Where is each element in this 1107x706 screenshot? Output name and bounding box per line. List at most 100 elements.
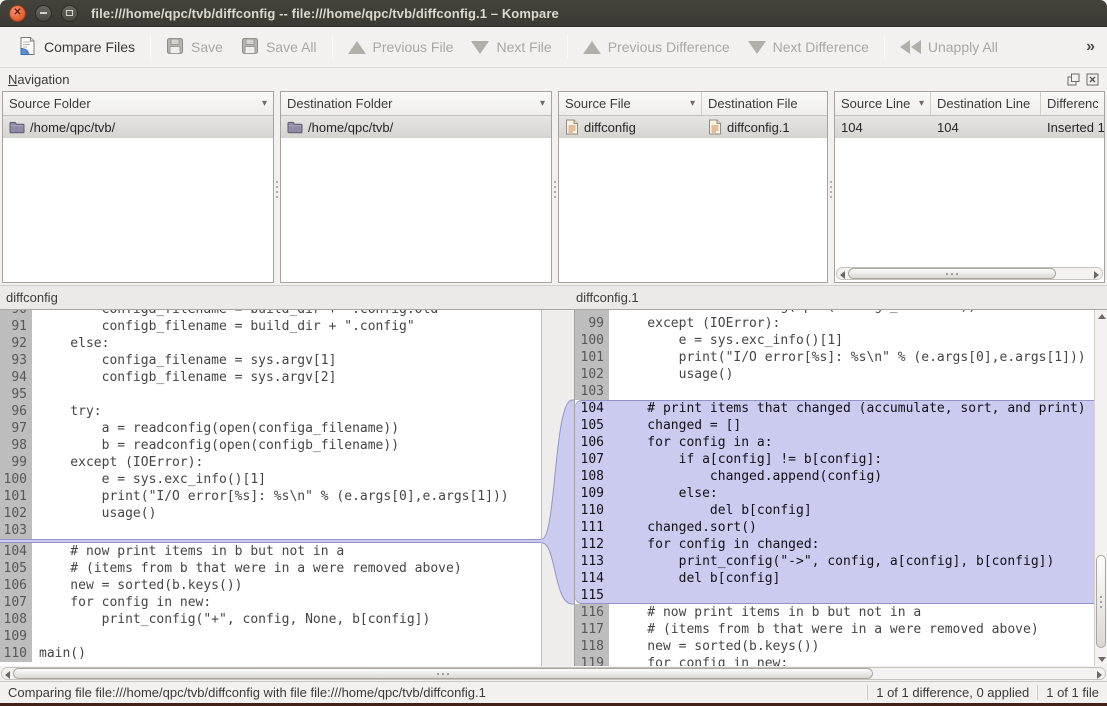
previous-file-label: Previous File (373, 39, 454, 55)
arrow-up-icon (583, 41, 601, 54)
panel-horizontal-scrollbar[interactable] (836, 267, 1103, 280)
destination-folder-row[interactable]: /home/qpc/tvb/ (281, 116, 551, 138)
double-arrow-left-icon (900, 40, 921, 54)
line-number: 95 (0, 386, 32, 403)
code-line: 108 print_config("+", config, None, b[co… (0, 611, 541, 628)
destination-diff-pane[interactable]: 98 b = readconfig(open(configb_filename)… (574, 310, 1094, 666)
titlebar: ✕ file:///home/qpc/tvb/diffconfig -- fil… (0, 0, 1107, 27)
diff-highlighted-line[interactable]: 113 print_config("->", config, a[config]… (575, 553, 1094, 570)
source-line-header[interactable]: Source Line ▾ (835, 92, 931, 115)
code-line: 100 e = sys.exc_info()[1] (575, 332, 1094, 349)
line-number: 100 (575, 332, 609, 349)
diff-highlighted-line[interactable]: 110 del b[config] (575, 502, 1094, 519)
compare-files-button[interactable]: Compare Files (8, 31, 144, 64)
code-line: 99 except (IOError): (575, 315, 1094, 332)
diff-highlighted-line[interactable]: 104 # print items that changed (accumula… (575, 400, 1094, 417)
difference-header[interactable]: Difference (1041, 92, 1104, 115)
source-folder-header[interactable]: Source Folder ▾ (3, 92, 273, 116)
previous-file-button[interactable]: Previous File (339, 34, 463, 60)
destination-line-header[interactable]: Destination Line (931, 92, 1041, 115)
diff-highlighted-line[interactable]: 111 changed.sort() (575, 519, 1094, 536)
files-panel: Source File ▾ Destination File diffconfi… (558, 91, 828, 283)
diff-highlighted-line[interactable]: 112 for config in changed: (575, 536, 1094, 553)
scrollbar-thumb[interactable] (848, 268, 1056, 279)
toolbar-separator (567, 35, 568, 59)
arrow-down-icon (748, 41, 766, 54)
diff-highlighted-line[interactable]: 115 (575, 587, 1094, 604)
line-number: 108 (575, 468, 609, 485)
code-line: 102 usage() (575, 366, 1094, 383)
line-number: 91 (0, 318, 32, 335)
next-difference-button[interactable]: Next Difference (739, 34, 878, 60)
horizontal-scrollbar[interactable] (0, 666, 1107, 681)
previous-difference-button[interactable]: Previous Difference (574, 34, 739, 60)
code-line: 97 a = readconfig(open(configa_filename)… (0, 420, 541, 437)
line-number: 119 (575, 655, 609, 666)
navigation-label: Navigation (8, 72, 69, 87)
window-close-button[interactable]: ✕ (9, 5, 26, 22)
source-file-header[interactable]: Source File ▾ (559, 92, 702, 115)
line-text: try: (32, 403, 541, 420)
code-line: 103 (0, 522, 541, 539)
window-minimize-button[interactable] (35, 5, 52, 22)
diff-highlighted-line[interactable]: 106 for config in a: (575, 434, 1094, 451)
line-text: # (items from b that were in a were remo… (32, 560, 541, 577)
window-title: file:///home/qpc/tvb/diffconfig -- file:… (91, 6, 559, 21)
line-number: 97 (0, 420, 32, 437)
sort-arrow-icon: ▾ (919, 98, 924, 109)
next-file-label: Next File (496, 39, 551, 55)
line-text: new = sorted(b.keys()) (609, 638, 1094, 655)
diff-highlighted-line[interactable]: 109 else: (575, 485, 1094, 502)
diff-highlighted-line[interactable]: 107 if a[config] != b[config]: (575, 451, 1094, 468)
diff-highlighted-line[interactable]: 108 changed.append(config) (575, 468, 1094, 485)
code-line: 90 configa_filename = build_dir + ".conf… (0, 310, 541, 318)
next-file-button[interactable]: Next File (462, 34, 560, 60)
scrollbar-thumb[interactable] (1096, 555, 1106, 648)
scroll-left-icon[interactable] (840, 271, 845, 279)
code-line: 100 e = sys.exc_info()[1] (0, 471, 541, 488)
dock-float-button[interactable] (1066, 73, 1080, 87)
source-folder-row[interactable]: /home/qpc/tvb/ (3, 116, 273, 138)
scrollbar-thumb[interactable] (13, 668, 873, 679)
code-line: 93 configa_filename = sys.argv[1] (0, 352, 541, 369)
diff-highlighted-line[interactable]: 114 del b[config] (575, 570, 1094, 587)
line-number: 104 (575, 400, 609, 417)
line-text: changed.append(config) (609, 468, 1094, 485)
scroll-down-icon[interactable] (1098, 657, 1106, 662)
line-text: usage() (32, 505, 541, 522)
vertical-scrollbar[interactable] (1094, 310, 1107, 666)
line-text: print_config("->", config, a[config], b[… (609, 553, 1094, 570)
save-button[interactable]: Save (157, 32, 232, 63)
dock-close-button[interactable] (1085, 73, 1099, 87)
scroll-right-icon[interactable] (1094, 271, 1099, 279)
differences-panel: Source Line ▾ Destination Line Differenc… (834, 91, 1105, 283)
toolbar-overflow-button[interactable]: » (1082, 38, 1099, 56)
line-number: 101 (0, 488, 32, 505)
scroll-right-icon[interactable] (1097, 671, 1102, 679)
scroll-up-icon[interactable] (1098, 314, 1106, 319)
line-text: print("I/O error[%s]: %s\n" % (e.args[0]… (32, 488, 541, 505)
code-line: 116 # now print items in b but not in a (575, 604, 1094, 621)
source-folder-panel: Source Folder ▾ /home/qpc/tvb/ (2, 91, 274, 283)
file-row[interactable]: diffconfig diffconfig.1 (559, 116, 827, 138)
line-text: changed.sort() (609, 519, 1094, 536)
sort-arrow-icon: ▾ (540, 98, 545, 109)
unapply-all-button[interactable]: Unapply All (891, 34, 1007, 60)
difference-row[interactable]: 104 104 Inserted 12 lines (835, 116, 1104, 138)
line-text: for config in a: (609, 434, 1094, 451)
diff-connector (542, 310, 574, 666)
line-text: # print items that changed (accumulate, … (609, 400, 1094, 417)
destination-file-header[interactable]: Destination File (702, 92, 827, 115)
code-line: 91 configb_filename = build_dir + ".conf… (0, 318, 541, 335)
destination-folder-header[interactable]: Destination Folder ▾ (281, 92, 551, 116)
window-maximize-button[interactable] (61, 5, 78, 22)
source-diff-pane[interactable]: 90 configa_filename = build_dir + ".conf… (0, 310, 542, 666)
line-text: print("I/O error[%s]: %s\n" % (e.args[0]… (609, 349, 1094, 366)
diff-view: 90 configa_filename = build_dir + ".conf… (0, 310, 1107, 666)
line-text: main() (32, 645, 541, 662)
line-number: 102 (0, 505, 32, 522)
scroll-left-icon[interactable] (5, 671, 10, 679)
save-all-button[interactable]: Save All (232, 32, 326, 63)
line-text: configb_filename = build_dir + ".config" (32, 318, 541, 335)
diff-highlighted-line[interactable]: 105 changed = [] (575, 417, 1094, 434)
